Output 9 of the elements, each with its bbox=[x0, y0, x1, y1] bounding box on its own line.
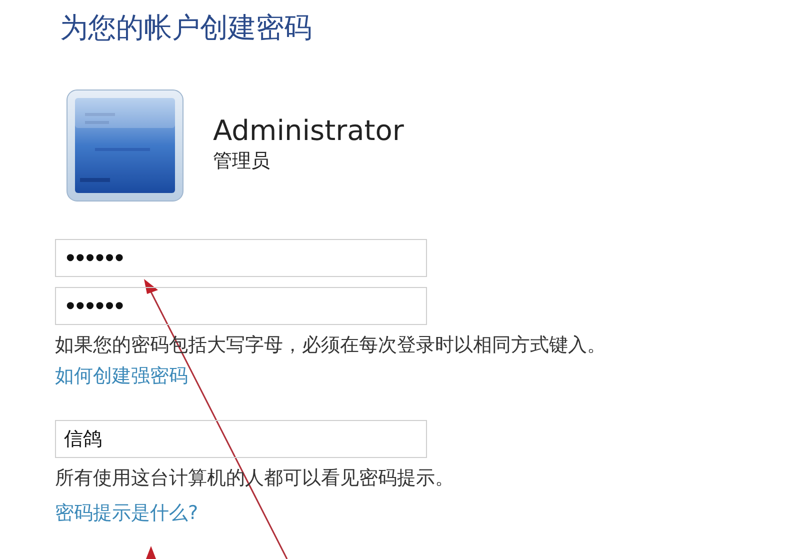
strong-password-link[interactable]: 如何创建强密码 bbox=[55, 362, 188, 390]
password-hint-field[interactable]: 信鸽 bbox=[55, 420, 427, 458]
hint-visibility-text: 所有使用这台计算机的人都可以看见密码提示。 bbox=[55, 466, 454, 492]
password-field[interactable]: •••••• bbox=[55, 239, 427, 278]
account-name: Administrator bbox=[213, 116, 404, 147]
account-role: 管理员 bbox=[213, 149, 270, 174]
password-field[interactable]: •••••• bbox=[55, 287, 427, 326]
password-hint-link[interactable]: 密码提示是什么? bbox=[55, 498, 198, 528]
page-title: 为您的帐户创建密码 bbox=[60, 10, 312, 46]
